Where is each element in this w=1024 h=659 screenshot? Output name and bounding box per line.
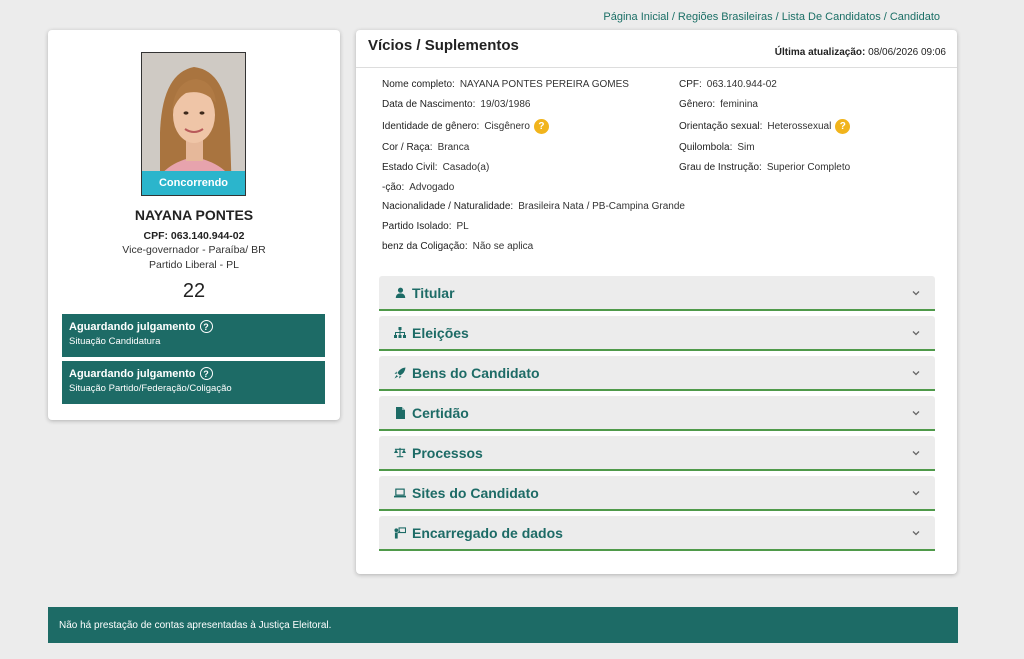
candidate-party: Partido Liberal - PL (149, 259, 239, 271)
candidate-card: Concorrendo NAYANA PONTES CPF: 063.140.9… (48, 30, 340, 420)
candidate-photo: Concorrendo (141, 52, 246, 196)
field-party: Partido Isolado: PL (382, 221, 469, 232)
accordion-eleicoes[interactable]: Eleições (379, 316, 935, 351)
field-marital-status: Estado Civil: Casado(a) (382, 162, 490, 173)
field-birth-date: Data de Nascimento: 19/03/1986 (382, 99, 531, 110)
field-gender-identity: Identidade de gênero: Cisgênero? (382, 119, 549, 134)
status-party-subtitle: Situação Partido/Federação/Coligação (69, 383, 232, 394)
help-circle-icon[interactable]: ? (199, 320, 213, 333)
page-title: Vícios / Suplementos (368, 37, 519, 54)
candidate-status-badge: Concorrendo (142, 171, 245, 195)
field-occupation: -ção: Advogado (382, 182, 455, 193)
person-icon (394, 287, 406, 299)
help-icon[interactable]: ? (533, 119, 549, 134)
field-full-name: Nome completo: NAYANA PONTES PEREIRA GOME… (382, 79, 629, 90)
breadcrumb: Página Inicial / Regiões Brasileiras / Lista… (603, 11, 940, 23)
laptop-icon (394, 487, 406, 499)
field-nationality: Nacionalidade / Naturalidade: Brasileira … (382, 201, 685, 212)
person-board-icon (394, 526, 406, 539)
breadcrumb-home[interactable]: Página Inicial (603, 11, 668, 23)
field-quilombola: Quilombola: Sim (679, 142, 755, 153)
status-candidacy: Aguardando julgamento? Situação Candidat… (62, 314, 325, 357)
last-update: Última atualização: 08/06/2026 09:06 (774, 47, 946, 58)
breadcrumb-regions[interactable]: Regiões Brasileiras (678, 11, 773, 23)
breadcrumb-candidates-list[interactable]: Lista De Candidatos (782, 11, 881, 23)
field-gender: Gênero: feminina (679, 99, 758, 110)
accordion-certidao[interactable]: Certidão (379, 396, 935, 431)
chevron-down-icon (912, 371, 920, 376)
chevron-down-icon (912, 531, 920, 536)
candidate-cpf: CPF: 063.140.944-02 (143, 230, 245, 242)
file-icon (394, 406, 406, 419)
status-party: Aguardando julgamento? Situação Partido/… (62, 361, 325, 404)
chevron-down-icon (912, 451, 920, 456)
field-cpf: CPF: 063.140.944-02 (679, 79, 777, 90)
sitemap-icon (394, 327, 406, 339)
breadcrumb-current: Candidato (889, 11, 940, 23)
accounts-notice-bar: Não há prestação de contas apresentadas … (48, 607, 958, 643)
status-candidacy-subtitle: Situação Candidatura (69, 336, 161, 347)
help-icon[interactable]: ? (835, 119, 851, 134)
candidate-office: Vice-governador - Paraíba/ BR (122, 244, 266, 256)
candidate-number: 22 (182, 280, 206, 302)
chevron-down-icon (912, 291, 920, 296)
accordion-bens[interactable]: Bens do Candidato (379, 356, 935, 391)
accordion-titular[interactable]: Titular (379, 276, 935, 311)
help-circle-icon[interactable]: ? (199, 367, 213, 380)
accordion-sites[interactable]: Sites do Candidato (379, 476, 935, 511)
field-education: Grau de Instrução: Superior Completo (679, 162, 851, 173)
field-coalition: benz da Coligação: Não se aplica (382, 241, 534, 252)
field-sexual-orientation: Orientação sexual: Heterossexual? (679, 119, 851, 134)
candidate-name: NAYANA PONTES (134, 207, 254, 223)
scale-icon (394, 447, 406, 459)
rocket-icon (394, 367, 406, 379)
field-race: Cor / Raça: Branca (382, 142, 470, 153)
accordion-processos[interactable]: Processos (379, 436, 935, 471)
chevron-down-icon (912, 491, 920, 496)
status-candidacy-title: Aguardando julgamento (69, 320, 196, 333)
chevron-down-icon (912, 331, 920, 336)
status-party-title: Aguardando julgamento (69, 367, 196, 380)
accordion-encarregado[interactable]: Encarregado de dados (379, 516, 935, 551)
chevron-down-icon (912, 411, 920, 416)
details-header: Vícios / Suplementos Última atualização:… (356, 30, 957, 68)
details-card: Vícios / Suplementos Última atualização:… (356, 30, 957, 574)
